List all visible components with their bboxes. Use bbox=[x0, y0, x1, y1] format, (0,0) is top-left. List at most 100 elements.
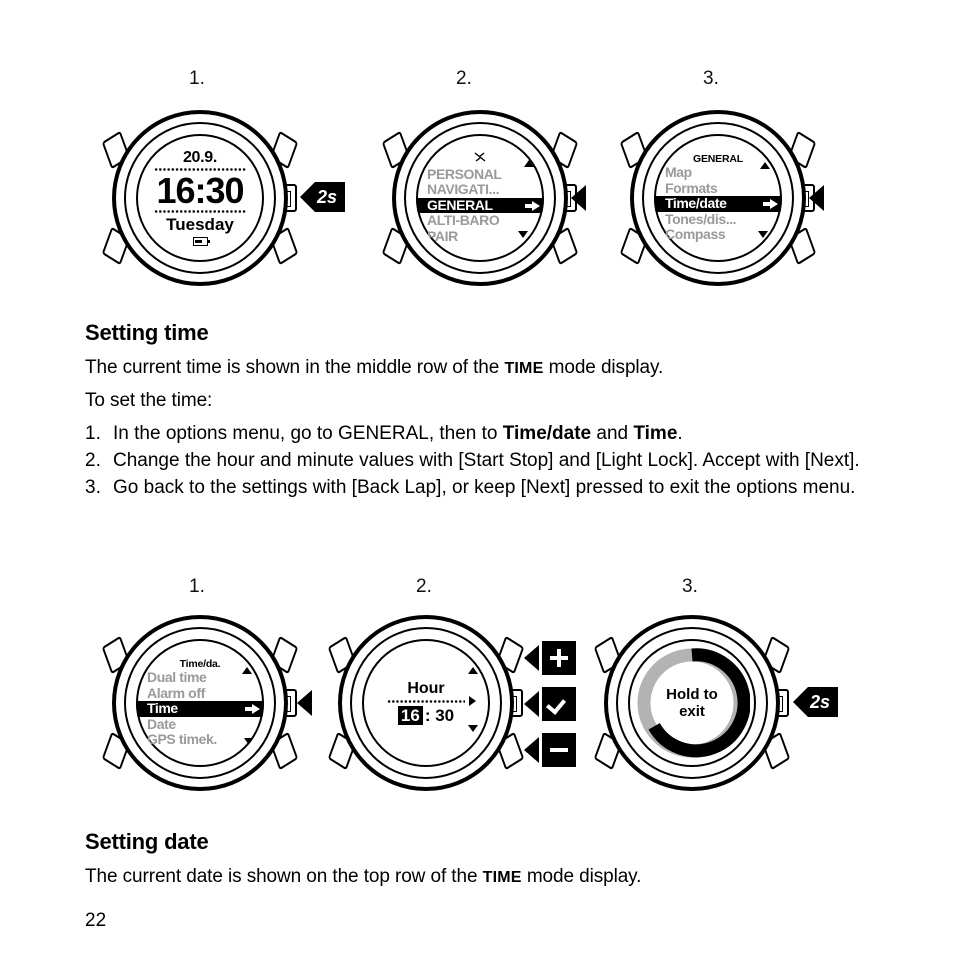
watch-screen-menu: GENERAL Map Formats Time/date Tones/dis.… bbox=[654, 134, 782, 262]
paragraph-date-intro: The current date is shown on the top row… bbox=[85, 863, 905, 891]
figure-top-step-3-label: 3. bbox=[703, 68, 719, 89]
time-face-date: 20.9. bbox=[182, 148, 218, 166]
value-edit-field-label: Hour bbox=[407, 680, 445, 697]
paragraph-time-intro: The current time is shown in the middle … bbox=[85, 354, 905, 382]
list-item-step-1: 1. In the options menu, go to GENERAL, t… bbox=[85, 420, 885, 447]
menu-item-navigation[interactable]: NAVIGATI... bbox=[416, 182, 544, 198]
hold-to-exit-text: Hold to exit bbox=[628, 639, 756, 767]
button-decrease[interactable] bbox=[542, 733, 576, 767]
menu-select-arrow-icon bbox=[532, 200, 540, 211]
watch-hold-to-exit: Hold to exit bbox=[593, 615, 791, 791]
options-menu-list: PERSONAL NAVIGATI... GENERAL ALTI-BARO P… bbox=[416, 134, 544, 262]
battery-icon bbox=[192, 237, 210, 247]
menu-item-time-date-label: Time/date bbox=[665, 195, 727, 211]
value-edit-minute: : 30 bbox=[424, 706, 455, 725]
step1-time-bold: Time bbox=[633, 423, 678, 444]
hold-text-line1: Hold to bbox=[666, 686, 718, 703]
watch-general-menu: GENERAL Map Formats Time/date Tones/dis.… bbox=[619, 110, 817, 286]
list-item-text: In the options menu, go to GENERAL, then… bbox=[113, 420, 885, 447]
scroll-down-icon bbox=[758, 231, 768, 238]
menu-item-formats[interactable]: Formats bbox=[654, 180, 782, 197]
scroll-up-icon bbox=[760, 162, 770, 169]
figure-bottom-step-3-label: 3. bbox=[682, 576, 698, 597]
heading-setting-date: Setting date bbox=[85, 829, 209, 854]
callout-2s-label: 2s bbox=[315, 182, 346, 212]
paragraph-time-intro-end: mode display. bbox=[543, 357, 664, 378]
hold-text-line2: exit bbox=[679, 703, 705, 720]
callout-2s-label: 2s bbox=[808, 687, 839, 717]
callout-arrow-icon bbox=[793, 687, 808, 717]
scroll-down-icon bbox=[244, 738, 254, 745]
menu-select-arrow-icon bbox=[770, 198, 778, 209]
menu-item-general[interactable]: GENERAL bbox=[416, 197, 544, 214]
value-edit-value: 16 : 30 bbox=[397, 706, 455, 725]
callout-left-triangle-icon-top-2 bbox=[571, 185, 586, 211]
menu-item-time-date[interactable]: Time/date bbox=[654, 195, 782, 212]
watch-hour-edit: Hour 16 : 30 bbox=[327, 615, 525, 791]
watch-screen-value-edit: Hour 16 : 30 bbox=[362, 639, 490, 767]
menu-item-tones-display[interactable]: Tones/dis... bbox=[654, 211, 782, 228]
menu-item-alti-baro[interactable]: ALTI-BARO bbox=[416, 213, 544, 229]
paragraph-date-intro-a: The current date is shown on the top row… bbox=[85, 866, 483, 887]
callout-hold-2s-bottom: 2s bbox=[793, 687, 839, 717]
watch-screen-time: 20.9. 16:30 Tuesday bbox=[136, 134, 264, 262]
callout-arrow-icon bbox=[300, 182, 315, 212]
watch-time-date-menu: Time/da. Dual time Alarm off Time Date G… bbox=[101, 615, 299, 791]
callout-left-triangle-icon-top-3 bbox=[809, 185, 824, 211]
menu-item-alarm-off[interactable]: Alarm off bbox=[136, 685, 264, 702]
list-item-text: Go back to the settings with [Back Lap],… bbox=[113, 477, 856, 498]
list-item-text: Change the hour and minute values with [… bbox=[113, 450, 860, 471]
watch-screen-menu: PERSONAL NAVIGATI... GENERAL ALTI-BARO P… bbox=[416, 134, 544, 262]
paragraph-time-intro-a: The current time is shown in the middle … bbox=[85, 357, 505, 378]
menu-item-date[interactable]: Date bbox=[136, 716, 264, 733]
list-item-step-3: 3. Go back to the settings with [Back La… bbox=[85, 474, 885, 501]
list-item-number: 2. bbox=[85, 450, 101, 471]
figure-bottom-step-2-label: 2. bbox=[416, 576, 432, 597]
menu-item-personal[interactable]: PERSONAL bbox=[416, 166, 544, 183]
time-date-menu-list: Time/da. Dual time Alarm off Time Date G… bbox=[136, 639, 264, 767]
menu-item-time-label: Time bbox=[147, 700, 178, 716]
scroll-up-icon bbox=[242, 667, 252, 674]
callout-left-triangle-icon-plus bbox=[524, 645, 539, 671]
button-increase[interactable] bbox=[542, 641, 576, 675]
step1-time-date-bold: Time/date bbox=[502, 423, 592, 444]
menu-select-arrow-icon bbox=[252, 703, 260, 714]
time-face-time: 16:30 bbox=[156, 169, 244, 211]
step1-end: . bbox=[677, 423, 683, 444]
paragraph-date-intro-end: mode display. bbox=[521, 866, 642, 887]
time-mode-smallcaps: TIME bbox=[504, 360, 544, 377]
figure-top-step-2-label: 2. bbox=[456, 68, 472, 89]
step1-general-smallcaps: GENERAL bbox=[338, 423, 429, 444]
figure-bottom-step-1-label: 1. bbox=[189, 576, 205, 597]
wrench-icon-svg bbox=[474, 152, 485, 162]
manual-page: 1. 2. 3. 20.9. 16:30 Tuesday 2s PERSONAL… bbox=[0, 0, 954, 954]
step1-mid2: and bbox=[591, 423, 634, 444]
callout-hold-2s-top: 2s bbox=[300, 182, 346, 212]
scroll-up-icon bbox=[524, 160, 534, 167]
list-item-number: 3. bbox=[85, 477, 101, 498]
check-icon bbox=[549, 694, 569, 714]
paragraph-to-set-time: To set the time: bbox=[85, 390, 213, 411]
watch-options-menu: PERSONAL NAVIGATI... GENERAL ALTI-BARO P… bbox=[381, 110, 579, 286]
menu-item-time[interactable]: Time bbox=[136, 700, 264, 717]
callout-left-triangle-icon-minus bbox=[524, 737, 539, 763]
step1-pre: In the options menu, go to bbox=[113, 423, 338, 444]
right-triangle-icon bbox=[469, 696, 476, 706]
heading-setting-time: Setting time bbox=[85, 320, 209, 345]
dotted-divider-bottom bbox=[154, 210, 246, 214]
list-item-number: 1. bbox=[85, 423, 101, 444]
watch-time-face: 20.9. 16:30 Tuesday bbox=[101, 110, 299, 286]
dotted-divider bbox=[387, 700, 465, 703]
figure-top-step-1-label: 1. bbox=[189, 68, 205, 89]
time-mode-smallcaps: TIME bbox=[482, 869, 522, 886]
time-face-weekday: Tuesday bbox=[166, 215, 234, 235]
general-menu-list: GENERAL Map Formats Time/date Tones/dis.… bbox=[654, 134, 782, 262]
watch-screen-menu: Time/da. Dual time Alarm off Time Date G… bbox=[136, 639, 264, 767]
list-item-step-2: 2. Change the hour and minute values wit… bbox=[85, 447, 885, 474]
scroll-down-icon bbox=[518, 231, 528, 238]
time-steps-list: 1. In the options menu, go to GENERAL, t… bbox=[85, 420, 885, 501]
value-edit-side-arrows bbox=[467, 639, 481, 767]
down-triangle-icon bbox=[468, 725, 478, 732]
value-edit-hour-selected[interactable]: 16 bbox=[397, 706, 423, 725]
button-accept[interactable] bbox=[542, 687, 576, 721]
